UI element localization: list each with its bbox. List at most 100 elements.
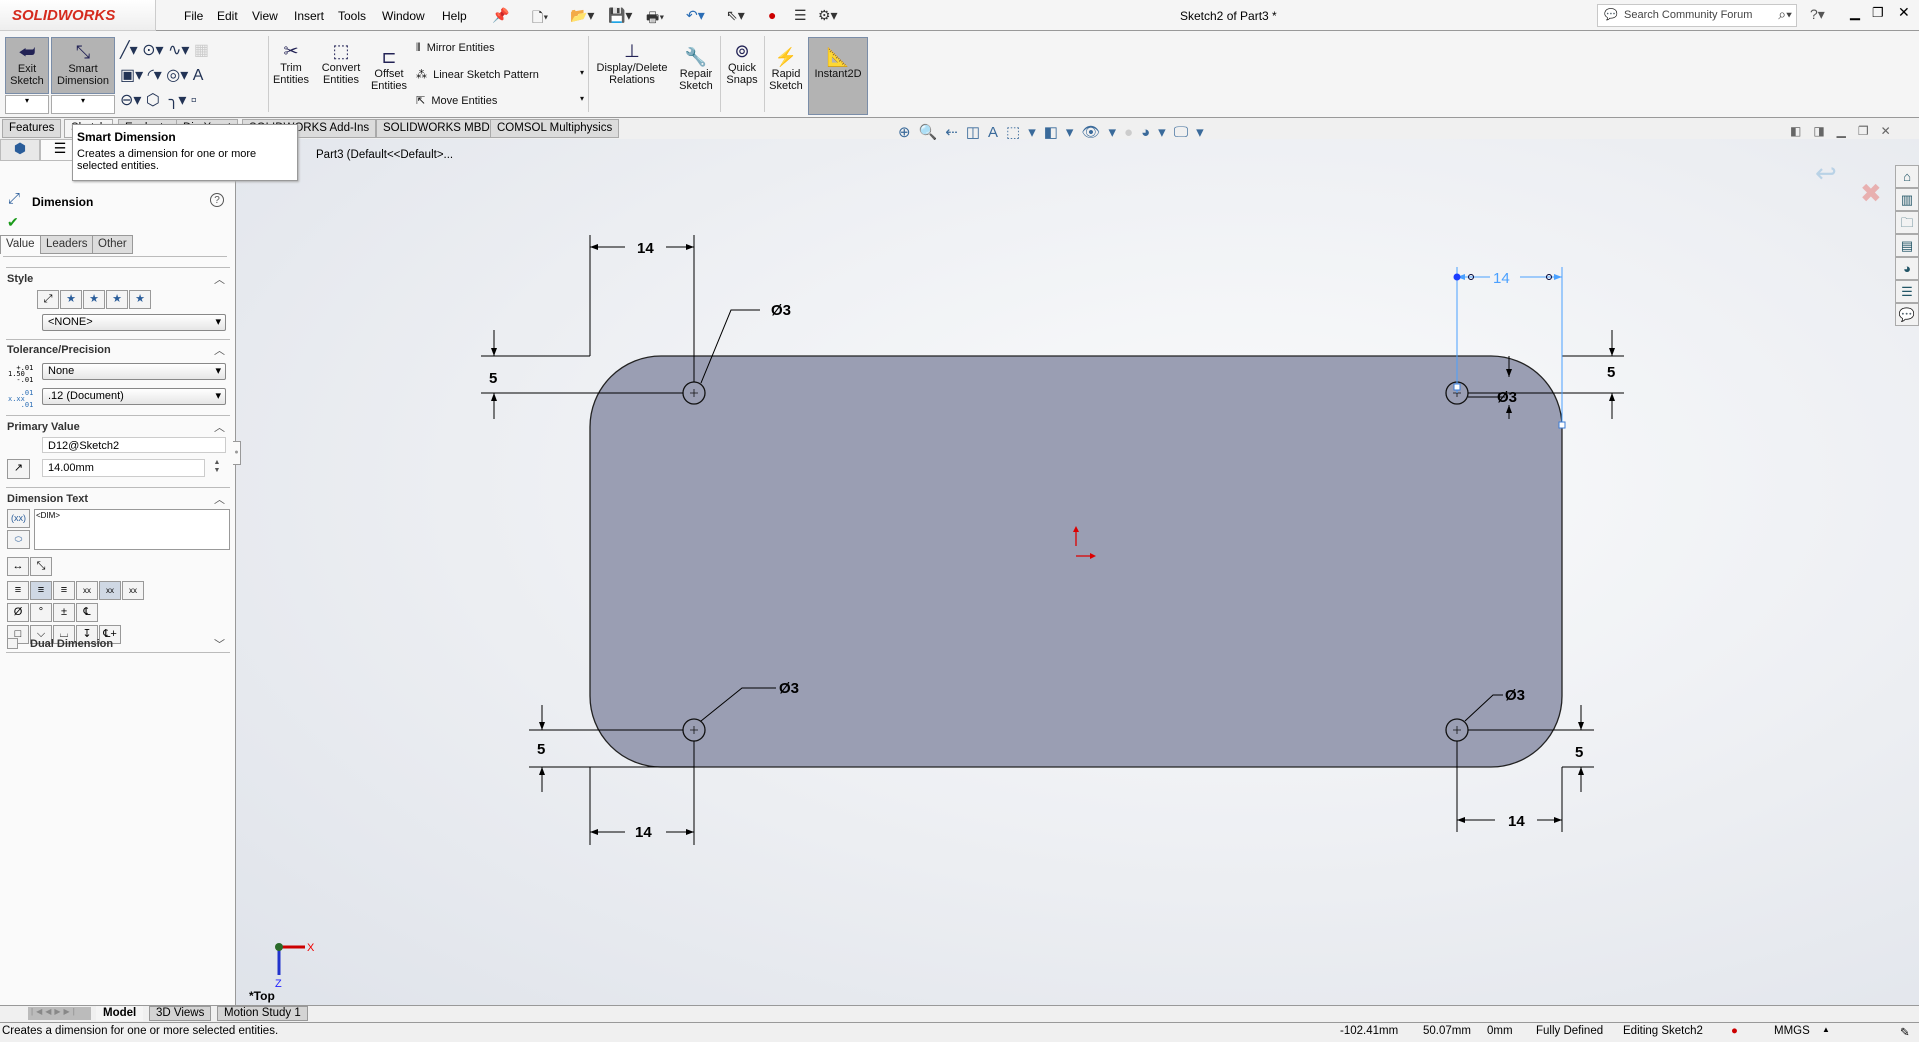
ok-checkmark-icon[interactable]: ✔ [7,214,19,231]
hide-show-icon[interactable]: 👁▾ [1081,124,1124,141]
value-spinner[interactable]: ▲ ▼ [208,459,226,477]
custom-properties-icon[interactable]: ☰ [1895,280,1919,303]
line-icon[interactable]: ╱▾ [120,42,138,59]
align-center-icon[interactable]: ≡ [30,581,52,600]
style-section-header[interactable]: Style [7,273,33,285]
style-dropdown[interactable]: <NONE> [42,314,226,331]
dual-dimension-checkbox[interactable] [7,638,18,649]
inspection-icon[interactable]: ⬭ [7,530,30,549]
rectangle-icon[interactable]: ▣▾ [120,67,143,84]
convert-entities-button[interactable]: ⬚ Convert Entities [316,40,366,86]
apply-style-icon[interactable]: ⤢ [37,290,59,309]
viewport-controls[interactable]: ◧◨▁❐✕ [1790,124,1903,138]
menu-window[interactable]: Window [382,9,425,23]
menu-help[interactable]: Help [442,9,467,23]
text-above-icon[interactable]: xx [76,581,98,600]
tolerance-type-dropdown[interactable]: None [42,363,226,380]
design-library-icon[interactable]: ▥ [1895,188,1919,211]
add-style-icon[interactable]: ★ [60,290,82,309]
exit-sketch-button[interactable]: ⮨ Exit Sketch [5,37,49,94]
degree-symbol-icon[interactable]: ° [30,603,52,622]
dimension-value-input[interactable]: 14.00mm [42,459,205,477]
align-right-icon[interactable]: ≡ [53,581,75,600]
close-icon[interactable]: ✕ [1898,4,1910,21]
display-style-icon[interactable]: ◧▾ [1044,124,1082,141]
apply-scene-icon[interactable]: ◕▾ [1141,124,1174,141]
smart-dimension-button[interactable]: ⤡ Smart Dimension [51,37,115,94]
print-icon[interactable]: 🖶▾ [646,7,664,31]
collapse-icon[interactable]: ︿ [214,271,225,287]
dimension-text-box[interactable]: <DIM> [34,509,230,550]
fillet-icon[interactable]: ╮▾ [169,92,187,109]
polygon-icon[interactable]: ⬡ [146,92,160,109]
tab-other[interactable]: Other [92,235,133,254]
feature-tree-breadcrumb[interactable]: Part3 (Default<<Default>... [316,149,453,161]
collapse-icon[interactable]: ︿ [214,419,225,435]
help-icon[interactable]: ?▾ [1810,6,1825,23]
offset-entities-button[interactable]: ⊏ Offset Entities [368,46,410,92]
centerline-symbol-icon[interactable]: ℄ [76,603,98,622]
collapse-icon[interactable]: ︿ [214,491,225,507]
new-document-icon[interactable]: 🗋▾ [532,7,548,31]
appearances-icon[interactable]: ◕ [1895,257,1919,280]
reverse-direction-icon[interactable]: ↗ [7,459,30,479]
units-caret-icon[interactable]: ▲ [1822,1025,1830,1034]
previous-view-icon[interactable]: ⇠ [945,124,966,141]
graphics-area[interactable] [236,139,1919,1005]
menu-file[interactable]: File [184,9,203,23]
undo-icon[interactable]: ↶▾ [686,7,705,24]
tolerance-section-header[interactable]: Tolerance/Precision [7,344,111,356]
point-icon[interactable]: ▫ [191,92,197,109]
search-community-input[interactable]: 💬 Search Community Forum ⌕▾ [1597,4,1797,27]
quick-snaps-button[interactable]: ⊚ Quick Snaps [722,40,762,86]
file-properties-icon[interactable]: ☰ [794,7,807,24]
tab-value[interactable]: Value [0,235,41,254]
search-icon[interactable]: ⌕▾ [1778,6,1792,23]
plus-minus-symbol-icon[interactable]: ± [53,603,75,622]
restore-icon[interactable]: ❐ [1872,5,1884,21]
display-delete-relations-button[interactable]: ⊥ Display/Delete Relations [592,40,672,86]
tab-3d-views[interactable]: 3D Views [149,1006,212,1021]
collapse-icon[interactable]: ︿ [214,342,225,358]
view-settings-icon[interactable]: 🖵▾ [1174,124,1212,141]
text-below-icon[interactable]: xx [122,581,144,600]
text-icon[interactable]: A [193,67,204,84]
unit-system-selector[interactable]: MMGS [1774,1025,1810,1037]
file-explorer-icon[interactable]: 🗀 [1895,211,1919,234]
tab-motion-study-1[interactable]: Motion Study 1 [217,1006,308,1021]
spline-icon[interactable]: ∿▾ [168,42,189,59]
select-icon[interactable]: ⇖▾ [726,7,745,24]
save-icon[interactable]: 💾▾ [608,7,632,24]
align-left-icon[interactable]: ≡ [7,581,29,600]
tab-solidworks-mbd[interactable]: SOLIDWORKS MBD [376,119,497,138]
dynamic-annotation-icon[interactable]: A [988,124,1006,141]
instant2d-button[interactable]: 📐 Instant2D [808,37,868,115]
mirror-entities-button[interactable]: ⫴ Mirror Entities [416,42,495,55]
edit-appearance-icon[interactable]: ● [1124,124,1141,141]
forum-icon[interactable]: 💬 [1895,303,1919,326]
dimension-name-field[interactable]: D12@Sketch2 [42,437,226,453]
trim-entities-button[interactable]: ✂ Trim Entities [270,40,312,86]
delete-style-icon[interactable]: ★ [83,290,105,309]
load-style-icon[interactable]: ★ [129,290,151,309]
tab-model[interactable]: Model [96,1006,144,1021]
move-entities-button[interactable]: ⇱ Move Entities ▾ [416,94,584,107]
center-dimension-icon[interactable]: ↔ [7,557,29,576]
confirm-corner-exit-icon[interactable]: ↩ [1815,158,1837,189]
feature-manager-tab[interactable]: ⬢ [0,139,40,161]
tab-comsol-multiphysics[interactable]: COMSOL Multiphysics [490,119,620,138]
menu-edit[interactable]: Edit [217,9,238,23]
plane-icon[interactable]: ▦ [194,42,209,59]
menu-insert[interactable]: Insert [294,9,324,23]
minimize-icon[interactable]: ▁ [1850,5,1860,21]
solidworks-logo[interactable]: SOLIDWORKS [0,0,156,31]
rebuild-icon[interactable]: ● [768,7,776,23]
pin-icon[interactable]: 📌 [492,7,509,24]
customize-status-icon[interactable]: ✎ [1900,1025,1910,1039]
diameter-symbol-icon[interactable]: Ø [7,603,29,622]
confirm-corner-cancel-icon[interactable]: ✖ [1860,178,1882,209]
rebuild-status-icon[interactable]: ● [1731,1025,1738,1037]
dimension-text-section-header[interactable]: Dimension Text [7,493,88,505]
precision-dropdown[interactable]: .12 (Document) [42,388,226,405]
zoom-to-area-icon[interactable]: 🔍 [919,124,946,141]
